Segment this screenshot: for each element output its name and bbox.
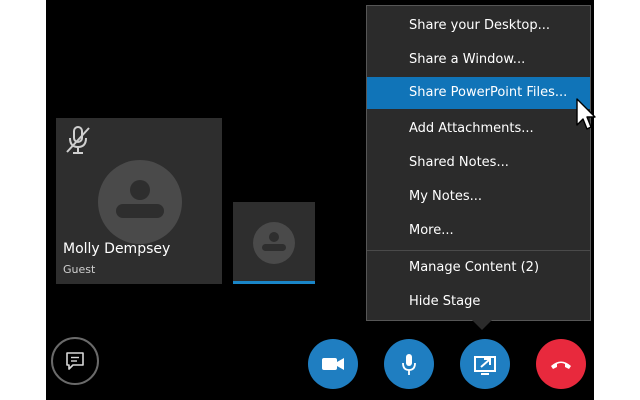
microphone-button[interactable] [384,339,434,389]
menu-item-my-notes[interactable]: My Notes... [367,181,590,213]
share-content-menu: Share your Desktop... Share a Window... … [366,5,591,321]
menu-item-manage-content[interactable]: Manage Content (2) [367,252,590,284]
menu-item-more[interactable]: More... [367,215,590,247]
microphone-icon [402,354,416,375]
participant-tile-molly-dempsey[interactable]: Molly Dempsey Guest [56,118,222,284]
menu-item-share-window[interactable]: Share a Window... [367,44,590,76]
self-video-tile[interactable] [233,202,315,284]
active-indicator [233,281,315,284]
menu-divider [367,250,590,251]
menu-pointer-arrow [472,320,492,330]
menu-item-share-desktop[interactable]: Share your Desktop... [367,10,590,42]
mouse-cursor-icon [576,98,596,130]
participant-name: Molly Dempsey [63,241,171,257]
avatar [98,160,182,244]
chat-icon [66,352,84,370]
video-button[interactable] [308,339,358,389]
hang-up-button[interactable] [536,339,586,389]
participant-role: Guest [63,263,96,276]
menu-item-shared-notes[interactable]: Shared Notes... [367,147,590,179]
hang-up-icon [551,361,571,369]
present-content-button[interactable] [460,339,510,389]
chat-button[interactable] [51,337,99,385]
video-camera-icon [322,358,344,370]
menu-item-hide-stage[interactable]: Hide Stage [367,286,590,318]
self-avatar [253,222,295,264]
present-content-icon [474,356,496,375]
microphone-muted-icon [66,126,90,154]
menu-item-add-attachments[interactable]: Add Attachments... [367,113,590,145]
menu-item-share-powerpoint[interactable]: Share PowerPoint Files... [367,77,590,109]
